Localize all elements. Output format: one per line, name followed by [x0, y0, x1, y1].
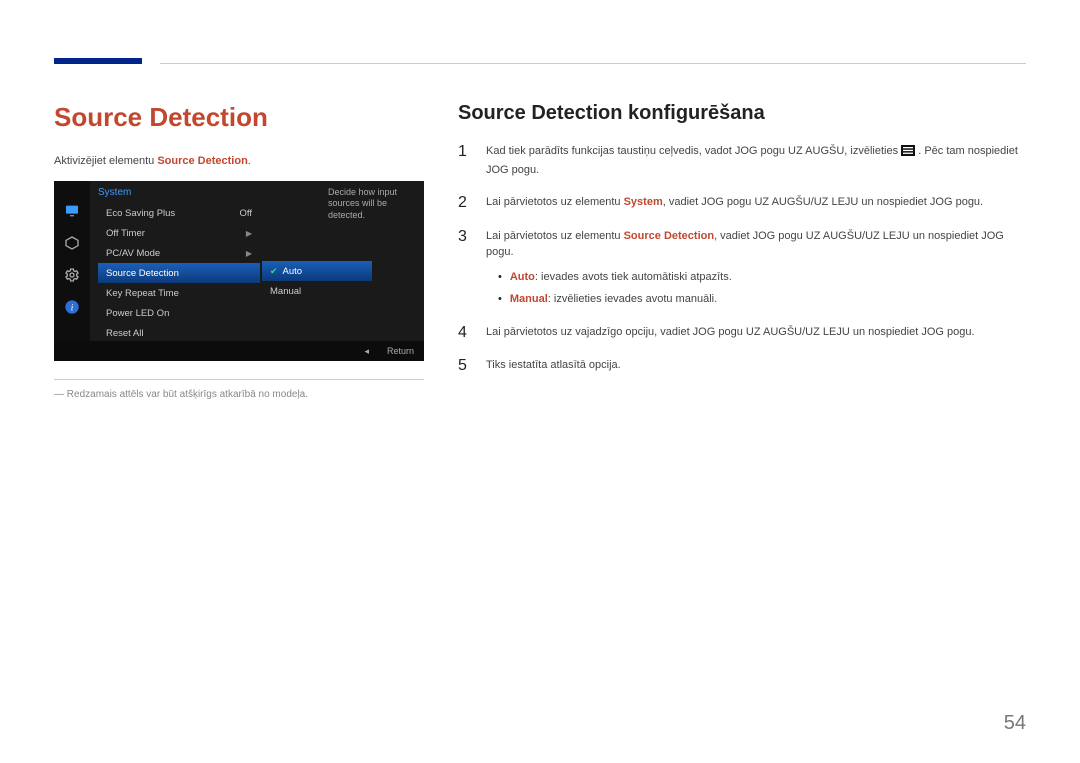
osd-bottombar: ◂ Return [54, 341, 424, 361]
caption-rule [54, 379, 424, 380]
svg-text:i: i [71, 303, 74, 313]
osd-item-label: PC/AV Mode [106, 248, 160, 259]
osd-item-label: Source Detection [106, 268, 179, 279]
right-column: Source Detection konfigurēšana 1 Kad tie… [458, 102, 1026, 402]
bullet-manual: Manual: izvēlieties ievades avotu manuāl… [498, 291, 1026, 308]
step-body: Lai pārvietotos uz elementu System, vadi… [486, 194, 1026, 211]
accent-bar [54, 58, 142, 64]
step-number: 1 [458, 143, 472, 161]
osd-screenshot: i System Eco Saving Plus Off Off Timer ▶… [54, 181, 424, 361]
osd-info-text: Decide how input sources will be detecte… [328, 187, 418, 221]
osd-item-label: Power LED On [106, 308, 169, 319]
step2-text-b: , vadiet JOG pogu UZ AUGŠU/UZ LEJU un no… [663, 196, 983, 208]
intro-prefix: Aktivizējiet elementu [54, 155, 157, 167]
step-number: 4 [458, 324, 472, 342]
steps-list: 1 Kad tiek parādīts funkcijas taustiņu c… [458, 143, 1026, 375]
step3-bold: Source Detection [624, 230, 714, 242]
info-icon: i [62, 297, 82, 317]
osd-item-label: Eco Saving Plus [106, 208, 175, 219]
menu-icon [901, 145, 915, 162]
bullet-auto: Auto: ievades avots tiek automātiski atp… [498, 269, 1026, 286]
step-4: 4 Lai pārvietotos uz vajadzīgo opciju, v… [458, 324, 1026, 342]
step-number: 3 [458, 228, 472, 246]
step3-text-a: Lai pārvietotos uz elementu [486, 230, 624, 242]
caption: ― Redzamais attēls var būt atšķirīgs atk… [54, 388, 424, 402]
step-number: 5 [458, 357, 472, 375]
step-1: 1 Kad tiek parādīts funkcijas taustiņu c… [458, 143, 1026, 178]
bullet-auto-text: : ievades avots tiek automātiski atpazīt… [535, 271, 732, 283]
osd-item-label: Off Timer [106, 228, 145, 239]
step2-bold: System [624, 196, 663, 208]
osd-item-reset-all: Reset All [98, 323, 260, 343]
chevron-right-icon: ▶ [246, 249, 252, 258]
chevron-right-icon: ▶ [246, 229, 252, 238]
page-number: 54 [1004, 712, 1026, 735]
intro-line: Aktivizējiet elementu Source Detection. [54, 155, 424, 167]
step-body: Kad tiek parādīts funkcijas taustiņu ceļ… [486, 143, 1026, 178]
osd-item-power-led: Power LED On [98, 303, 260, 323]
intro-bold: Source Detection [157, 155, 247, 167]
osd-sub-auto: ✔ Auto [262, 261, 372, 281]
osd-item-label: Key Repeat Time [106, 288, 179, 299]
step-2: 2 Lai pārvietotos uz elementu System, va… [458, 194, 1026, 212]
osd-item-label: Reset All [106, 328, 144, 339]
check-icon: ✔ [270, 266, 278, 277]
step-number: 2 [458, 194, 472, 212]
step-body: Tiks iestatīta atlasītā opcija. [486, 357, 1026, 374]
intro-suffix: . [248, 155, 251, 167]
heading-main: Source Detection [54, 102, 424, 133]
osd-item-off-timer: Off Timer ▶ [98, 223, 260, 243]
osd-submenu: ✔ Auto Manual [262, 261, 372, 301]
triangle-left-icon: ◂ [364, 346, 369, 357]
osd-sub-label: Manual [270, 286, 301, 297]
bullets: Auto: ievades avots tiek automātiski atp… [498, 269, 1026, 308]
step-3: 3 Lai pārvietotos uz elementu Source Det… [458, 228, 1026, 308]
osd-icon-rail: i [54, 181, 90, 341]
osd-item-eco-saving: Eco Saving Plus Off [98, 203, 260, 223]
bullet-manual-bold: Manual [510, 293, 548, 305]
bullet-auto-bold: Auto [510, 271, 535, 283]
step1-text-a: Kad tiek parādīts funkcijas taustiņu ceļ… [486, 145, 901, 157]
osd-item-key-repeat: Key Repeat Time [98, 283, 260, 303]
osd-item-value: Off [240, 208, 253, 219]
gear-icon [62, 265, 82, 285]
step-body: Lai pārvietotos uz vajadzīgo opciju, vad… [486, 324, 1026, 341]
top-rule [160, 63, 1026, 64]
bullet-manual-text: : izvēlieties ievades avotu manuāli. [548, 293, 717, 305]
caption-dash: ― [54, 389, 67, 400]
shape-icon [62, 233, 82, 253]
step-body: Lai pārvietotos uz elementu Source Detec… [486, 228, 1026, 308]
osd-menu-title: System [98, 187, 131, 198]
heading-sub: Source Detection konfigurēšana [458, 102, 1026, 125]
page-body: Source Detection Aktivizējiet elementu S… [54, 102, 1026, 402]
osd-sub-label: Auto [283, 266, 303, 277]
step-5: 5 Tiks iestatīta atlasītā opcija. [458, 357, 1026, 375]
display-icon [62, 201, 82, 221]
osd-sub-manual: Manual [262, 281, 372, 301]
step2-text-a: Lai pārvietotos uz elementu [486, 196, 624, 208]
osd-menu-list: Eco Saving Plus Off Off Timer ▶ PC/AV Mo… [98, 203, 260, 343]
osd-item-pcav: PC/AV Mode ▶ [98, 243, 260, 263]
caption-body: Redzamais attēls var būt atšķirīgs atkar… [67, 389, 308, 400]
left-column: Source Detection Aktivizējiet elementu S… [54, 102, 424, 402]
osd-return-label: Return [387, 346, 414, 356]
osd-item-source-detection: Source Detection [98, 263, 260, 283]
